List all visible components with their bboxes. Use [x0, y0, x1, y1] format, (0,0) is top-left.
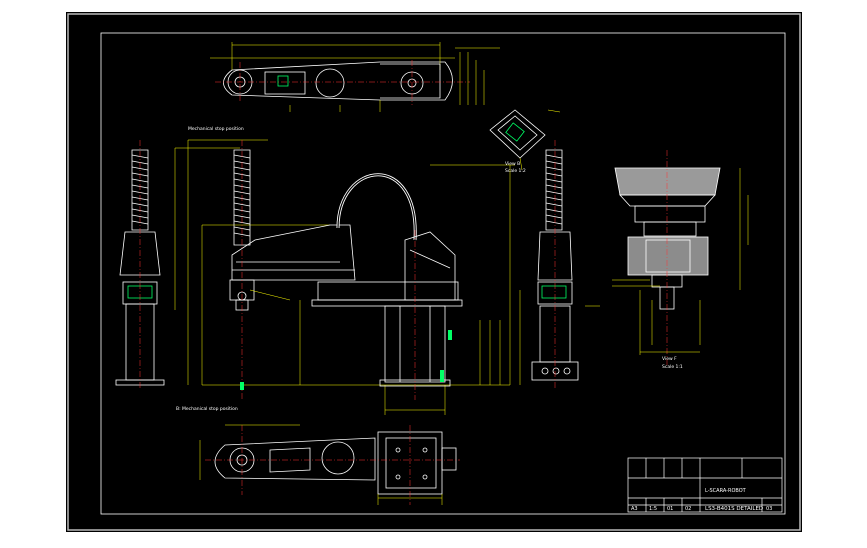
front-view-note: Mechanical stop position [188, 126, 244, 132]
bottom-view-note: B: Mechanical stop position [176, 406, 238, 412]
title-block-cell-a: 01 [667, 506, 673, 512]
cad-drawing-viewport[interactable]: Mechanical stop position B: Mechanical s… [0, 0, 867, 544]
title-block-cell-format: A3 [631, 506, 638, 512]
iso-view-scale: Scale 1:2 [505, 168, 526, 174]
title-block-title: L-SCARA-ROBOT [705, 488, 747, 494]
cad-drawing: Mechanical stop position B: Mechanical s… [66, 12, 802, 532]
detail-view-scale: Scale 1:1 [662, 364, 683, 370]
detail-view-label: View F [662, 356, 677, 362]
title-block-cell-b: 02 [685, 506, 691, 512]
title-block-cell-scale: 1:5 [649, 506, 657, 512]
title-block-drawing-number: LS3-B401S DETAILED [705, 506, 763, 512]
title-block-sheet: 03 [766, 506, 772, 512]
iso-view-label: View B [505, 161, 520, 167]
